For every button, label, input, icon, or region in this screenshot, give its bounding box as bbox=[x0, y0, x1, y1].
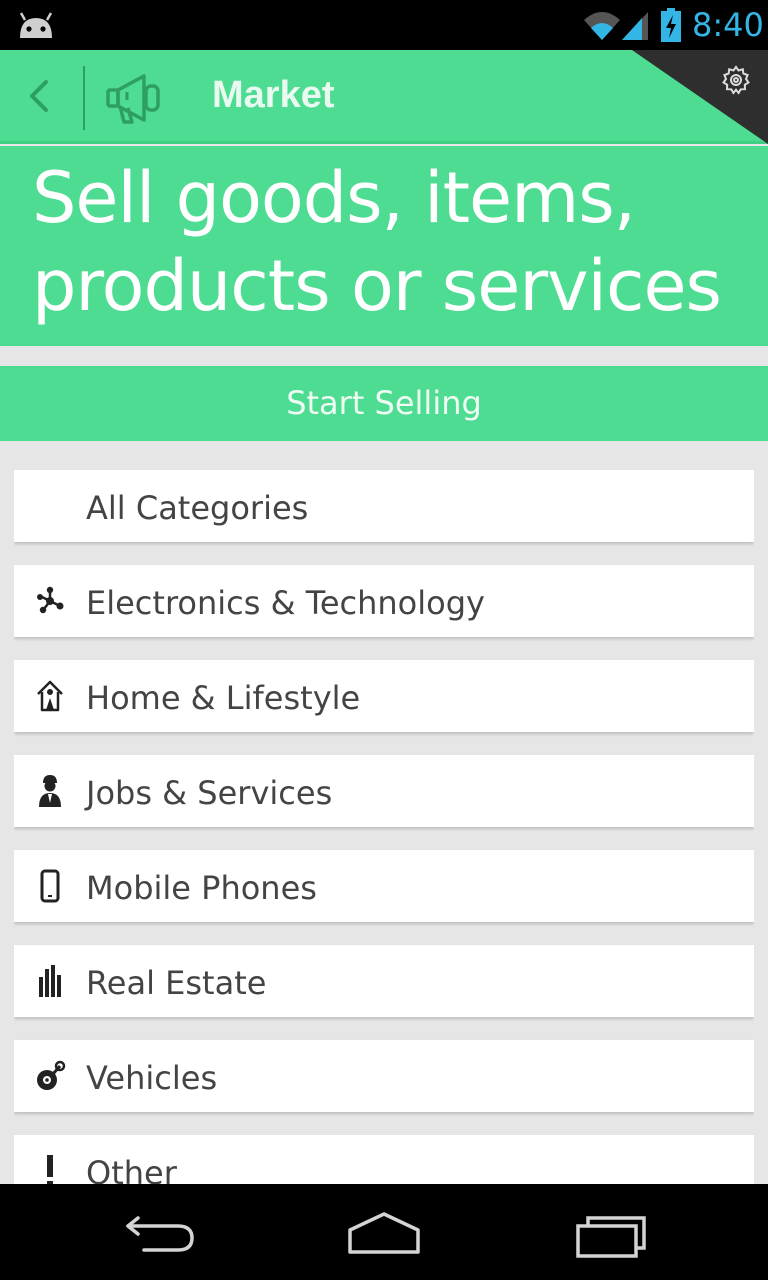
battery-charging-icon bbox=[661, 8, 681, 42]
category-item-home[interactable]: Home & Lifestyle bbox=[14, 660, 754, 732]
nav-back-icon[interactable] bbox=[122, 1212, 198, 1256]
category-list: All Categories Electronics & Technology … bbox=[14, 470, 754, 1184]
back-arrow-icon[interactable] bbox=[20, 70, 62, 122]
action-bar: Market bbox=[0, 50, 768, 144]
app-title: Market bbox=[212, 74, 335, 116]
status-time: 8:40 bbox=[692, 6, 764, 44]
hero-banner: Sell goods, items, products or services bbox=[0, 146, 768, 346]
mobile-phone-icon bbox=[40, 869, 60, 903]
worker-icon bbox=[39, 775, 61, 807]
nav-home-icon[interactable] bbox=[344, 1210, 424, 1256]
start-selling-button[interactable]: Start Selling bbox=[0, 366, 768, 441]
wifi-icon bbox=[584, 12, 620, 40]
network-nodes-icon bbox=[37, 586, 64, 614]
category-item-real-estate[interactable]: Real Estate bbox=[14, 945, 754, 1017]
category-item-other[interactable]: Other bbox=[14, 1135, 754, 1184]
status-bar: 8:40 bbox=[0, 0, 768, 50]
signal-icon bbox=[622, 12, 648, 40]
category-label: Real Estate bbox=[86, 964, 267, 1002]
category-item-all[interactable]: All Categories bbox=[14, 470, 754, 542]
navigation-bar bbox=[0, 1184, 768, 1280]
category-item-electronics[interactable]: Electronics & Technology bbox=[14, 565, 754, 637]
category-label: All Categories bbox=[86, 489, 309, 527]
action-bar-divider bbox=[83, 66, 85, 130]
house-icon bbox=[37, 680, 63, 712]
category-item-mobile-phones[interactable]: Mobile Phones bbox=[14, 850, 754, 922]
wheel-icon bbox=[37, 1060, 66, 1090]
category-label: Mobile Phones bbox=[86, 869, 317, 907]
android-icon bbox=[19, 12, 53, 38]
nav-recent-apps-icon[interactable] bbox=[572, 1210, 650, 1260]
category-label: Jobs & Services bbox=[86, 774, 333, 812]
category-label: Other bbox=[86, 1154, 177, 1184]
category-item-vehicles[interactable]: Vehicles bbox=[14, 1040, 754, 1112]
category-item-jobs[interactable]: Jobs & Services bbox=[14, 755, 754, 827]
category-label: Electronics & Technology bbox=[86, 584, 485, 622]
megaphone-icon bbox=[106, 74, 160, 124]
exclamation-icon bbox=[47, 1155, 53, 1184]
buildings-icon bbox=[39, 965, 61, 997]
category-label: Home & Lifestyle bbox=[86, 679, 361, 717]
category-label: Vehicles bbox=[86, 1059, 218, 1097]
gear-icon[interactable] bbox=[720, 64, 752, 96]
hero-title: Sell goods, items, products or services bbox=[32, 157, 722, 327]
